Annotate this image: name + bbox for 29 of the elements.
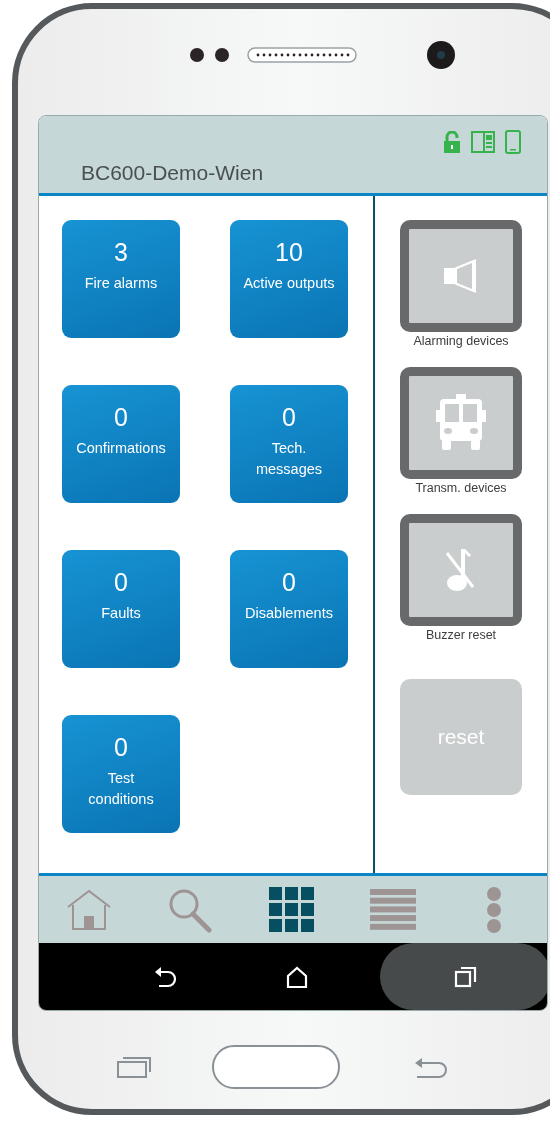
back-icon[interactable] [154,965,179,988]
counter-tile[interactable]: 3 Fire alarms [62,220,180,338]
phone-icon [505,130,521,154]
device-button[interactable] [400,220,522,332]
counter-tile[interactable]: 0 Tech. messages [230,385,348,503]
device-label: Buzzer reset [425,628,497,642]
device-label: Transm. devices [415,481,507,495]
counter-tile[interactable]: 0 Confirmations [62,385,180,503]
lock-icon [443,131,461,153]
counter-tile[interactable]: 0 Faults [62,550,180,668]
panel-icon [471,131,495,153]
camera-icon [426,40,456,70]
counter-tile[interactable]: 10 Active outputs [230,220,348,338]
back-key-icon [413,1055,449,1079]
home-icon[interactable] [286,965,308,988]
home-key[interactable] [212,1045,340,1089]
device-button[interactable] [400,367,522,479]
list-icon[interactable] [369,888,416,931]
device-label: Alarming devices [413,334,509,348]
device-button[interactable] [400,514,522,626]
recents-icon[interactable] [453,964,478,989]
muted-note-icon [445,547,477,593]
bus-icon [436,394,486,452]
grid-icon[interactable] [268,886,315,933]
counter-tile[interactable]: 0 Test conditions [62,715,180,833]
counter-tile[interactable]: 0 Disablements [230,550,348,668]
more-icon[interactable] [485,886,503,933]
site-title: BC600-Demo-Wien [80,161,265,185]
recents-key-icon [116,1055,152,1079]
